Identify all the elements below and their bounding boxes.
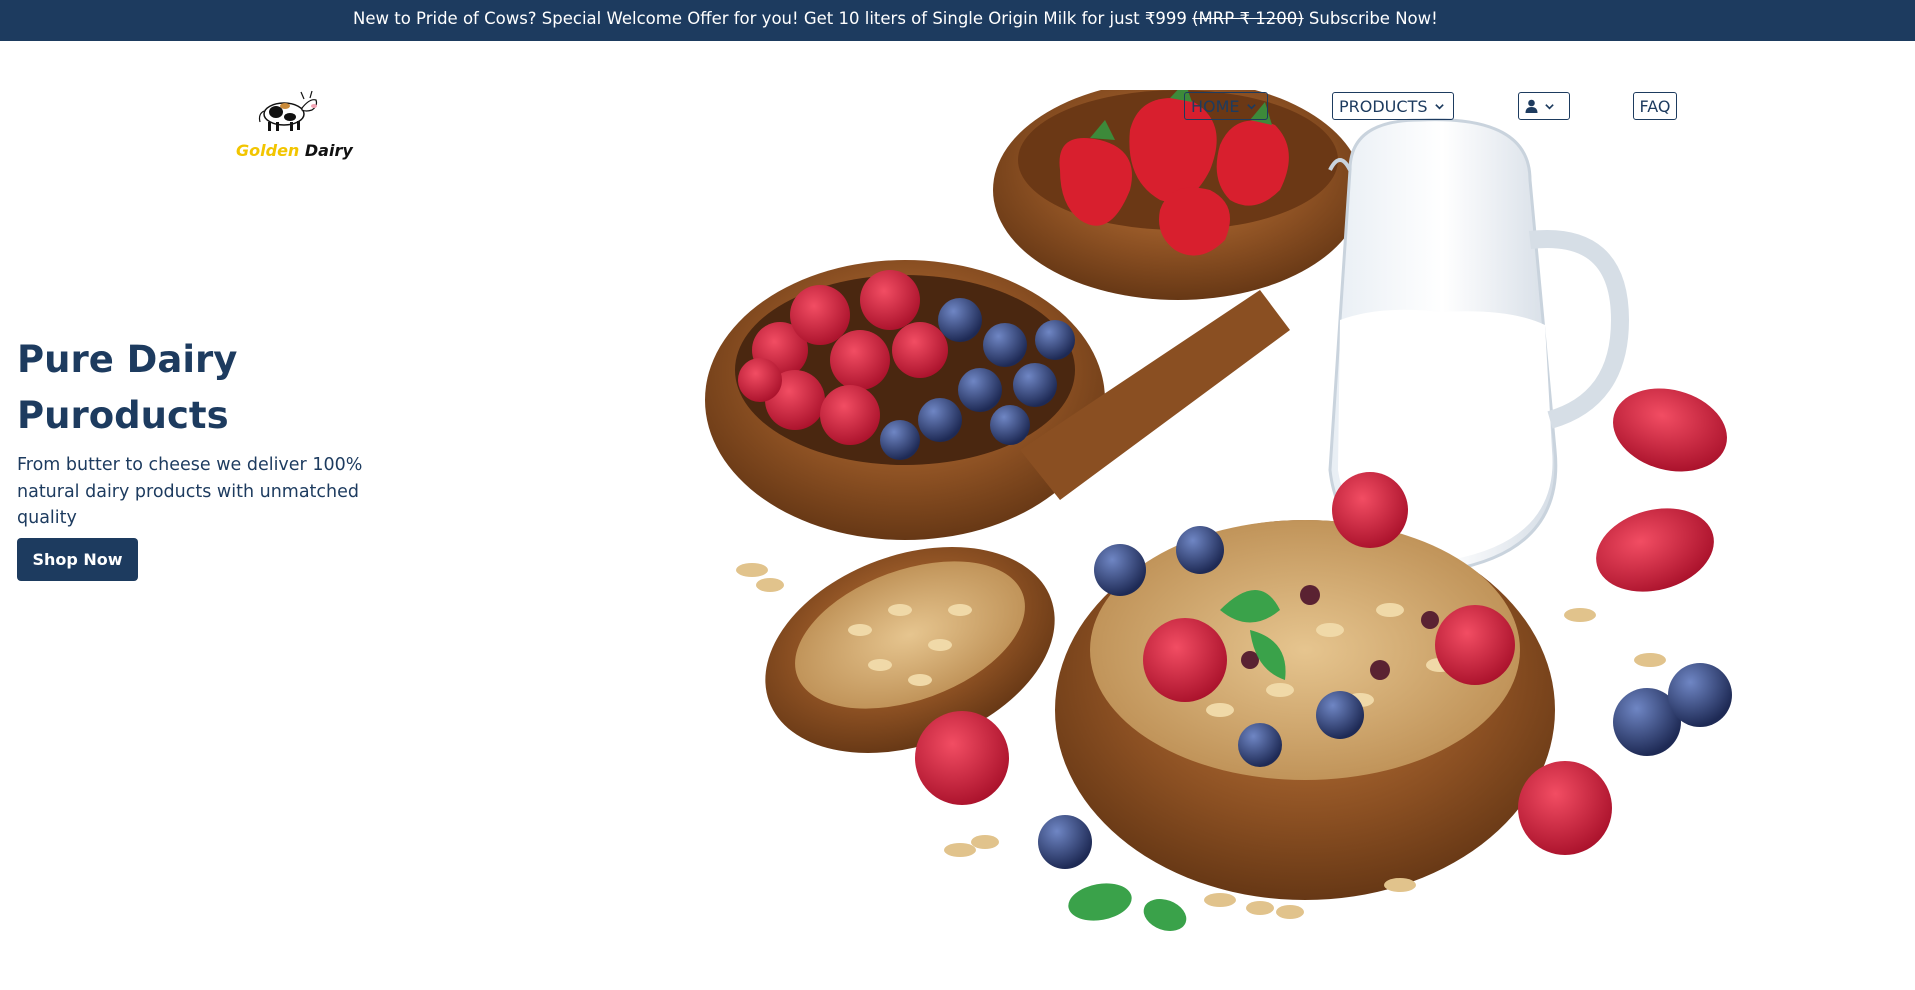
hero-image	[705, 90, 1732, 931]
hero-subtitle: From butter to cheese we deliver 100% na…	[17, 455, 363, 528]
promo-banner: New to Pride of Cows? Special Welcome Of…	[0, 0, 1915, 41]
cow-icon	[258, 90, 318, 131]
brand-name-gold: Golden	[236, 141, 300, 160]
promo-mrp-strike: (MRP ₹ 1200)	[1192, 9, 1304, 28]
account-dropdown[interactable]	[1518, 92, 1570, 120]
brand-name: Golden Dairy	[236, 141, 353, 160]
chevron-down-icon	[1545, 103, 1554, 110]
hero-title-line2: Puroducts	[17, 394, 229, 437]
site-logo[interactable]: Golden Dairy	[236, 86, 353, 166]
shop-now-button[interactable]: Shop Now	[17, 538, 138, 581]
promo-text: New to Pride of Cows? Special Welcome Of…	[353, 9, 1438, 28]
nav-home-label: HOME	[1191, 96, 1240, 116]
brand-name-dark: Dairy	[299, 141, 353, 160]
hero-title-line1: Pure Dairy	[17, 338, 238, 381]
hero-title: Pure Dairy Puroducts	[17, 332, 437, 444]
chevron-down-icon	[1246, 103, 1256, 110]
chevron-down-icon	[1434, 103, 1444, 110]
nav-products-label: PRODUCTS	[1339, 96, 1428, 116]
nav-faq-label: FAQ	[1639, 96, 1671, 116]
user-icon	[1525, 99, 1538, 113]
subscribe-link[interactable]: Subscribe Now!	[1304, 9, 1438, 28]
nav-home-dropdown[interactable]: HOME	[1184, 92, 1268, 120]
nav-products-dropdown[interactable]: PRODUCTS	[1332, 92, 1454, 120]
promo-offer-text: New to Pride of Cows? Special Welcome Of…	[353, 9, 1193, 28]
nav-faq-link[interactable]: FAQ	[1633, 92, 1677, 120]
